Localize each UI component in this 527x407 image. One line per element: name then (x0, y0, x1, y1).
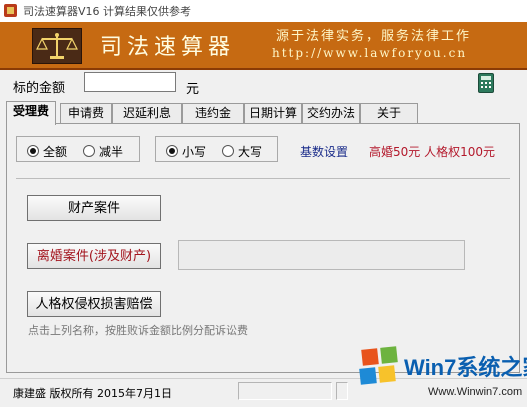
radio-dot (166, 145, 178, 157)
radio-dot (222, 145, 234, 157)
tab-date-calc[interactable]: 日期计算 (244, 103, 302, 123)
status-text: 康建盛 版权所有 2015年7月1日 (13, 387, 172, 400)
base-setting-link[interactable]: 基数设置 (300, 143, 348, 160)
radio-lowercase[interactable]: 小写 (166, 143, 206, 160)
radio-lower-label: 小写 (182, 145, 207, 159)
radio-uppercase[interactable]: 大写 (222, 143, 262, 160)
amount-unit: 元 (186, 82, 200, 97)
app-icon (4, 4, 17, 17)
case-mode-group: 小写 大写 (155, 136, 278, 162)
divorce-result-field[interactable] (178, 240, 465, 270)
tab-payment-method[interactable]: 交约办法 (302, 103, 360, 123)
window-title: 司法速算器V16 计算结果仅供参考 (23, 5, 192, 18)
scales-logo-icon (32, 28, 82, 64)
tab-penalty[interactable]: 违约金 (182, 103, 244, 123)
radio-dot (83, 145, 95, 157)
header-banner: 司法速算器 源于法律实务，服务法律工作 http://www.lawforyou… (0, 22, 527, 70)
amount-mode-group: 全额 减半 (16, 136, 140, 162)
calculator-icon[interactable] (478, 73, 494, 93)
tab-late-interest[interactable]: 迟延利息 (112, 103, 182, 123)
banner-url: http://www.lawforyou.cn (272, 46, 468, 60)
tab-application-fee[interactable]: 申请费 (60, 103, 112, 123)
banner-title: 司法速算器 (100, 35, 236, 60)
amount-label: 标的金额 (13, 81, 66, 96)
title-bar: 司法速算器V16 计算结果仅供参考 (0, 0, 527, 23)
radio-half-amount[interactable]: 减半 (83, 143, 123, 160)
divorce-case-button[interactable]: 离婚案件(涉及财产) (27, 243, 161, 269)
banner-slogan: 源于法律实务，服务法律工作 (276, 29, 472, 44)
base-info-text: 高婚50元 人格权100元 (369, 145, 495, 159)
divider (16, 178, 510, 179)
tab-acceptance-fee[interactable]: 受理费 (6, 101, 56, 125)
status-panel (238, 382, 332, 400)
status-panel (336, 382, 348, 400)
hint-text: 点击上列名称，按胜败诉金额比例分配诉讼费 (28, 324, 248, 337)
radio-full-label: 全额 (43, 145, 68, 159)
property-case-button[interactable]: 财产案件 (27, 195, 161, 221)
radio-half-label: 减半 (99, 145, 124, 159)
radio-dot (27, 145, 39, 157)
tab-about[interactable]: 关于 (360, 103, 418, 123)
amount-input[interactable] (84, 72, 176, 92)
status-bar: 康建盛 版权所有 2015年7月1日 (0, 378, 527, 405)
personality-case-button[interactable]: 人格权侵权损害赔偿 (27, 291, 161, 317)
radio-upper-label: 大写 (238, 145, 263, 159)
radio-full-amount[interactable]: 全额 (27, 143, 67, 160)
